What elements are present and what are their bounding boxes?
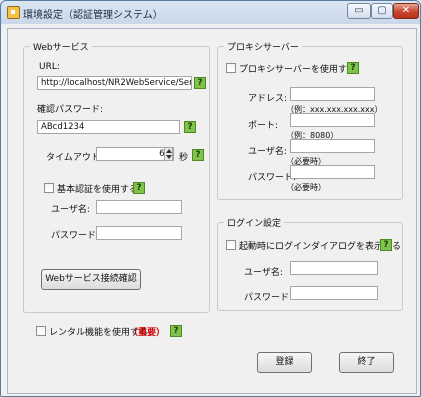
basic-auth-username-label: ユーザ名: — [51, 205, 90, 215]
web-service-test-button[interactable]: Webサービス接続確認 — [41, 269, 141, 290]
web-service-group-label: Webサービス — [30, 40, 92, 53]
rental-important-label: （重要） — [129, 328, 166, 338]
dialog-body: Webサービス URL: http://localhost/NR2WebServ… — [7, 28, 417, 394]
login-group: ログイン設定 起動時にログインダイアログを表示する ? ユーザ名: パスワード: — [217, 216, 403, 311]
confirm-password-help-icon[interactable]: ? — [184, 121, 196, 133]
proxy-port-label: ポート: — [248, 121, 279, 131]
basic-auth-label: 基本認証を使用する — [57, 185, 139, 195]
login-group-label: ログイン設定 — [224, 216, 285, 229]
timeout-unit: 秒 — [179, 153, 189, 163]
title-bar[interactable]: 環境設定（認証管理システム） ▭ ▢ ✕ — [1, 1, 420, 24]
rental-checkbox[interactable] — [36, 326, 46, 336]
proxy-address-input[interactable] — [290, 87, 375, 101]
proxy-password-input[interactable] — [290, 165, 375, 179]
login-username-input[interactable] — [290, 261, 378, 275]
basic-auth-password-label: パスワード: — [51, 231, 100, 241]
basic-auth-password-input[interactable] — [96, 226, 182, 240]
show-login-dialog-help-icon[interactable]: ? — [380, 239, 392, 251]
exit-button[interactable]: 終了 — [339, 352, 394, 373]
proxy-username-input[interactable] — [290, 139, 375, 153]
timeout-input[interactable]: 60 — [96, 147, 174, 161]
confirm-password-input[interactable]: ABcd1234 — [37, 120, 180, 134]
use-proxy-checkbox[interactable] — [226, 63, 236, 73]
basic-auth-help-icon[interactable]: ? — [133, 182, 145, 194]
use-proxy-help-icon[interactable]: ? — [347, 62, 359, 74]
window-title: 環境設定（認証管理システム） — [23, 10, 163, 21]
proxy-group-label: プロキシサーバー — [224, 40, 302, 53]
timeout-help-icon[interactable]: ? — [192, 149, 204, 161]
basic-auth-checkbox[interactable] — [44, 183, 54, 193]
url-help-icon[interactable]: ? — [194, 77, 206, 89]
url-input[interactable]: http://localhost/NR2WebService/Service — [37, 76, 192, 90]
maximize-button[interactable]: ▢ — [371, 3, 393, 19]
proxy-address-label: アドレス: — [248, 94, 288, 104]
timeout-spinner[interactable] — [164, 147, 173, 161]
app-icon — [7, 6, 20, 19]
basic-auth-username-input[interactable] — [96, 200, 182, 214]
web-service-group: Webサービス URL: http://localhost/NR2WebServ… — [23, 40, 210, 313]
confirm-password-label: 確認パスワード: — [37, 105, 104, 115]
proxy-username-label: ユーザ名: — [248, 147, 287, 157]
proxy-group: プロキシサーバー プロキシサーバーを使用する ? アドレス: （例：xxx.xx… — [217, 40, 403, 200]
settings-window: 環境設定（認証管理システム） ▭ ▢ ✕ Webサービス URL: http:/… — [0, 0, 421, 397]
login-password-input[interactable] — [290, 286, 378, 300]
minimize-button[interactable]: ▭ — [347, 3, 371, 19]
show-login-dialog-label: 起動時にログインダイアログを表示する — [239, 242, 402, 252]
show-login-dialog-checkbox[interactable] — [226, 240, 236, 250]
login-username-label: ユーザ名: — [244, 268, 283, 278]
login-password-label: パスワード: — [244, 293, 293, 303]
register-button[interactable]: 登録 — [257, 352, 312, 373]
close-button[interactable]: ✕ — [393, 3, 419, 19]
use-proxy-label: プロキシサーバーを使用する — [239, 65, 356, 75]
rental-help-icon[interactable]: ? — [170, 325, 182, 337]
timeout-label: タイムアウト: — [46, 153, 103, 163]
proxy-port-input[interactable] — [290, 113, 375, 127]
url-label: URL: — [39, 62, 60, 72]
proxy-password-hint: （必要時） — [286, 183, 326, 192]
